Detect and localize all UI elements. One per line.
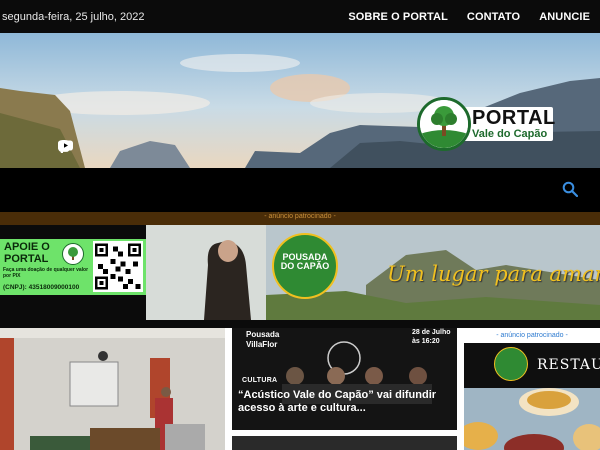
sponsored-banner-area: - anúncio patrocinado - APOIE O PORTAL F… <box>0 212 600 328</box>
nav-anuncie[interactable]: ANUNCIE <box>539 11 590 23</box>
hero-header: PORTAL Vale do Capão <box>0 33 600 168</box>
card-corner-right: 28 de Julho às 16:20 <box>412 329 451 345</box>
sponsored-label: - anúncio patrocinado - <box>264 213 336 220</box>
restaurant-ad-text: RESTAU <box>537 357 600 373</box>
logo-title: PORTAL <box>472 107 556 129</box>
pousada-do-capao-ad[interactable]: POUSADA DO CAPÃO Um lugar para amar... <box>146 225 600 320</box>
apoie-portal-ad[interactable]: APOIE O PORTAL Faça uma doação de qualqu… <box>0 239 146 295</box>
card-title[interactable]: “Acústico Vale do Capão” vai difundir ac… <box>238 389 456 415</box>
qr-code-icon <box>93 241 143 292</box>
page: segunda-feira, 25 julho, 2022 SOBRE O PO… <box>0 0 600 450</box>
card-category[interactable]: CULTURA <box>242 377 277 384</box>
pousada-logo-icon <box>494 347 528 381</box>
news-content-row: Pousada VillaFlor 28 de Julho às 16:20 C… <box>0 328 600 450</box>
tree-logo-icon <box>417 97 471 151</box>
top-bar: segunda-feira, 25 julho, 2022 SOBRE O PO… <box>0 0 600 33</box>
site-logo[interactable]: PORTAL Vale do Capão <box>417 97 556 153</box>
search-icon[interactable] <box>562 181 580 199</box>
pousada-name: POUSADA DO CAPÃO <box>280 252 330 271</box>
top-nav: SOBRE O PORTAL CONTATO ANUNCIE <box>348 11 590 23</box>
news-card-secondary[interactable] <box>232 436 457 450</box>
logo-subtitle: Vale do Capão <box>472 128 548 140</box>
news-card-featured[interactable]: Pousada VillaFlor 28 de Julho às 16:20 C… <box>232 328 457 430</box>
main-nav-bar <box>0 168 600 212</box>
card-corner-left: Pousada VillaFlor <box>246 330 280 349</box>
restaurant-ad[interactable]: RESTAU <box>464 343 600 388</box>
apoie-text: Faça uma doação de qualquer valor por PI… <box>3 267 89 279</box>
current-date: segunda-feira, 25 julho, 2022 <box>2 10 145 23</box>
nav-contato[interactable]: CONTATO <box>467 11 520 23</box>
side-sponsored-label: - anúncio patrocinado - <box>496 332 568 339</box>
nav-sobre-o-portal[interactable]: SOBRE O PORTAL <box>348 11 448 23</box>
tree-logo-icon <box>62 243 84 265</box>
apoie-cnpj: (CNPJ): 43518009000100 <box>3 284 80 291</box>
restaurant-food-photo[interactable] <box>464 388 600 450</box>
news-photo-classroom[interactable] <box>0 328 225 450</box>
apoie-title: APOIE O PORTAL <box>4 241 50 265</box>
pousada-tagline: Um lugar para amar... <box>387 262 600 286</box>
